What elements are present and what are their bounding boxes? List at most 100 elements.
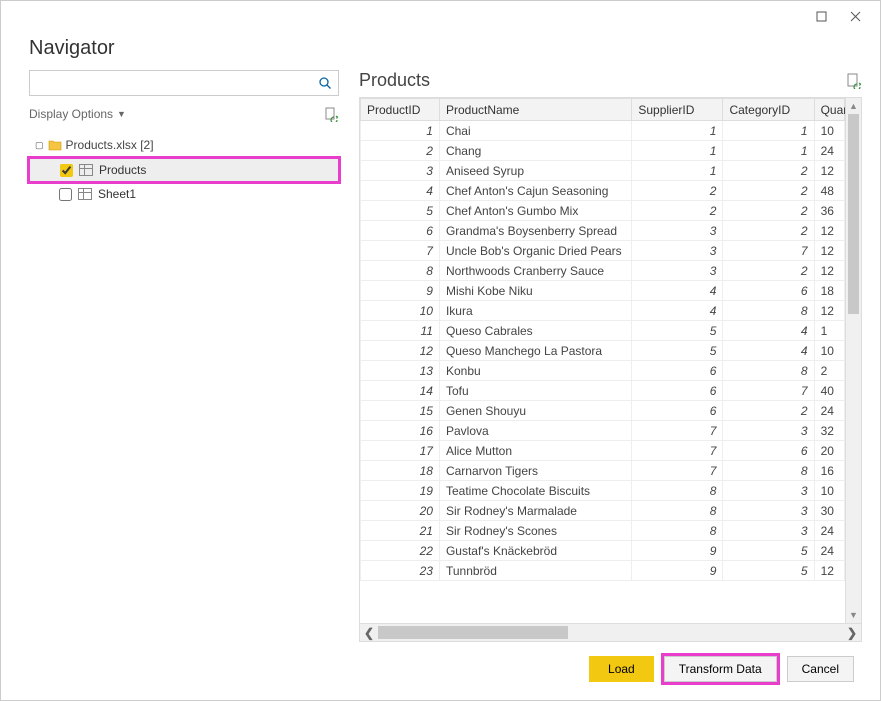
cell-quantity: 48 — [814, 181, 844, 201]
table-row[interactable]: 12Queso Manchego La Pastora5410 — [361, 341, 845, 361]
cell-categoryid: 2 — [723, 181, 814, 201]
cell-supplierid: 6 — [632, 401, 723, 421]
cell-categoryid: 3 — [723, 501, 814, 521]
search-input[interactable] — [36, 76, 318, 90]
cell-productid: 11 — [361, 321, 440, 341]
cell-productid: 19 — [361, 481, 440, 501]
cell-quantity: 30 — [814, 501, 844, 521]
scroll-down-button[interactable]: ▼ — [846, 607, 861, 623]
table-row[interactable]: 13Konbu682 — [361, 361, 845, 381]
maximize-icon — [816, 11, 827, 22]
table-row[interactable]: 2Chang1124 — [361, 141, 845, 161]
tree-item-label: Sheet1 — [98, 187, 136, 201]
cell-supplierid: 4 — [632, 301, 723, 321]
cell-categoryid: 8 — [723, 461, 814, 481]
col-header[interactable]: ProductID — [361, 99, 440, 121]
tree-checkbox-sheet1[interactable] — [59, 188, 72, 201]
scroll-thumb[interactable] — [378, 626, 568, 639]
transform-data-button[interactable]: Transform Data — [664, 656, 777, 682]
cell-categoryid: 5 — [723, 541, 814, 561]
col-header[interactable]: Quan — [814, 99, 844, 121]
cell-quantity: 2 — [814, 361, 844, 381]
col-header[interactable]: SupplierID — [632, 99, 723, 121]
table-row[interactable]: 15Genen Shouyu6224 — [361, 401, 845, 421]
scroll-up-button[interactable]: ▲ — [846, 98, 861, 114]
cell-productname: Sir Rodney's Scones — [439, 521, 631, 541]
table-row[interactable]: 4Chef Anton's Cajun Seasoning2248 — [361, 181, 845, 201]
display-options-dropdown[interactable]: Display Options ▼ — [29, 107, 126, 121]
preview-title: Products — [359, 70, 430, 91]
table-row[interactable]: 10Ikura4812 — [361, 301, 845, 321]
table-row[interactable]: 11Queso Cabrales541 — [361, 321, 845, 341]
cell-quantity: 12 — [814, 161, 844, 181]
table-row[interactable]: 7Uncle Bob's Organic Dried Pears3712 — [361, 241, 845, 261]
cell-quantity: 36 — [814, 201, 844, 221]
load-button[interactable]: Load — [589, 656, 654, 682]
scroll-right-button[interactable]: ❯ — [843, 624, 861, 641]
cell-categoryid: 8 — [723, 361, 814, 381]
table-row[interactable]: 6Grandma's Boysenberry Spread3212 — [361, 221, 845, 241]
table-row[interactable]: 8Northwoods Cranberry Sauce3212 — [361, 261, 845, 281]
scroll-thumb[interactable] — [848, 114, 859, 314]
maximize-button[interactable] — [804, 4, 838, 28]
cell-categoryid: 8 — [723, 301, 814, 321]
header-row: ProductID ProductName SupplierID Categor… — [361, 99, 845, 121]
display-options-label: Display Options — [29, 107, 113, 121]
cell-quantity: 24 — [814, 141, 844, 161]
cell-productid: 18 — [361, 461, 440, 481]
cell-categoryid: 6 — [723, 441, 814, 461]
tree-checkbox-products[interactable] — [60, 164, 73, 177]
table-row[interactable]: 23Tunnbröd9512 — [361, 561, 845, 581]
cell-categoryid: 2 — [723, 201, 814, 221]
scroll-left-button[interactable]: ❮ — [360, 624, 378, 641]
dialog-title: Navigator — [1, 31, 880, 70]
cell-productname: Chef Anton's Cajun Seasoning — [439, 181, 631, 201]
table-row[interactable]: 17Alice Mutton7620 — [361, 441, 845, 461]
cell-categoryid: 2 — [723, 161, 814, 181]
table-row[interactable]: 21Sir Rodney's Scones8324 — [361, 521, 845, 541]
data-grid: ProductID ProductName SupplierID Categor… — [359, 97, 862, 642]
scroll-track[interactable] — [378, 624, 843, 641]
cancel-button[interactable]: Cancel — [787, 656, 854, 682]
table-row[interactable]: 5Chef Anton's Gumbo Mix2236 — [361, 201, 845, 221]
cell-supplierid: 3 — [632, 261, 723, 281]
vertical-scrollbar[interactable]: ▲ ▼ — [845, 98, 861, 623]
table-row[interactable]: 20Sir Rodney's Marmalade8330 — [361, 501, 845, 521]
table-row[interactable]: 9Mishi Kobe Niku4618 — [361, 281, 845, 301]
cell-productname: Chef Anton's Gumbo Mix — [439, 201, 631, 221]
cell-productname: Gustaf's Knäckebröd — [439, 541, 631, 561]
table-row[interactable]: 22Gustaf's Knäckebröd9524 — [361, 541, 845, 561]
cell-categoryid: 3 — [723, 481, 814, 501]
cell-productid: 15 — [361, 401, 440, 421]
refresh-preview-icon[interactable] — [846, 73, 862, 89]
search-box[interactable] — [29, 70, 339, 96]
tree-root-file[interactable]: ▢ Products.xlsx [2] — [29, 136, 339, 154]
table-row[interactable]: 3Aniseed Syrup1212 — [361, 161, 845, 181]
search-icon[interactable] — [318, 76, 332, 90]
table-row[interactable]: 19Teatime Chocolate Biscuits8310 — [361, 481, 845, 501]
table-row[interactable]: 18Carnarvon Tigers7816 — [361, 461, 845, 481]
tree-item-products[interactable]: Products — [29, 158, 339, 182]
cell-productid: 13 — [361, 361, 440, 381]
table-row[interactable]: 1Chai1110 — [361, 121, 845, 141]
source-tree: ▢ Products.xlsx [2] Products — [29, 136, 339, 206]
cell-productid: 16 — [361, 421, 440, 441]
cell-quantity: 40 — [814, 381, 844, 401]
refresh-icon[interactable] — [324, 107, 339, 122]
col-header[interactable]: ProductName — [439, 99, 631, 121]
col-header[interactable]: CategoryID — [723, 99, 814, 121]
cell-productname: Genen Shouyu — [439, 401, 631, 421]
table-row[interactable]: 14Tofu6740 — [361, 381, 845, 401]
tree-item-sheet1[interactable]: Sheet1 — [29, 182, 339, 206]
table-row[interactable]: 16Pavlova7332 — [361, 421, 845, 441]
cell-categoryid: 3 — [723, 521, 814, 541]
cell-supplierid: 5 — [632, 321, 723, 341]
horizontal-scrollbar[interactable]: ❮ ❯ — [360, 623, 861, 641]
close-button[interactable] — [838, 4, 872, 28]
cell-productname: Aniseed Syrup — [439, 161, 631, 181]
cell-productname: Northwoods Cranberry Sauce — [439, 261, 631, 281]
cell-productid: 12 — [361, 341, 440, 361]
navigator-dialog: Navigator Display Options ▼ ▢ — [0, 0, 881, 701]
cell-productid: 9 — [361, 281, 440, 301]
scroll-track[interactable] — [846, 114, 861, 607]
